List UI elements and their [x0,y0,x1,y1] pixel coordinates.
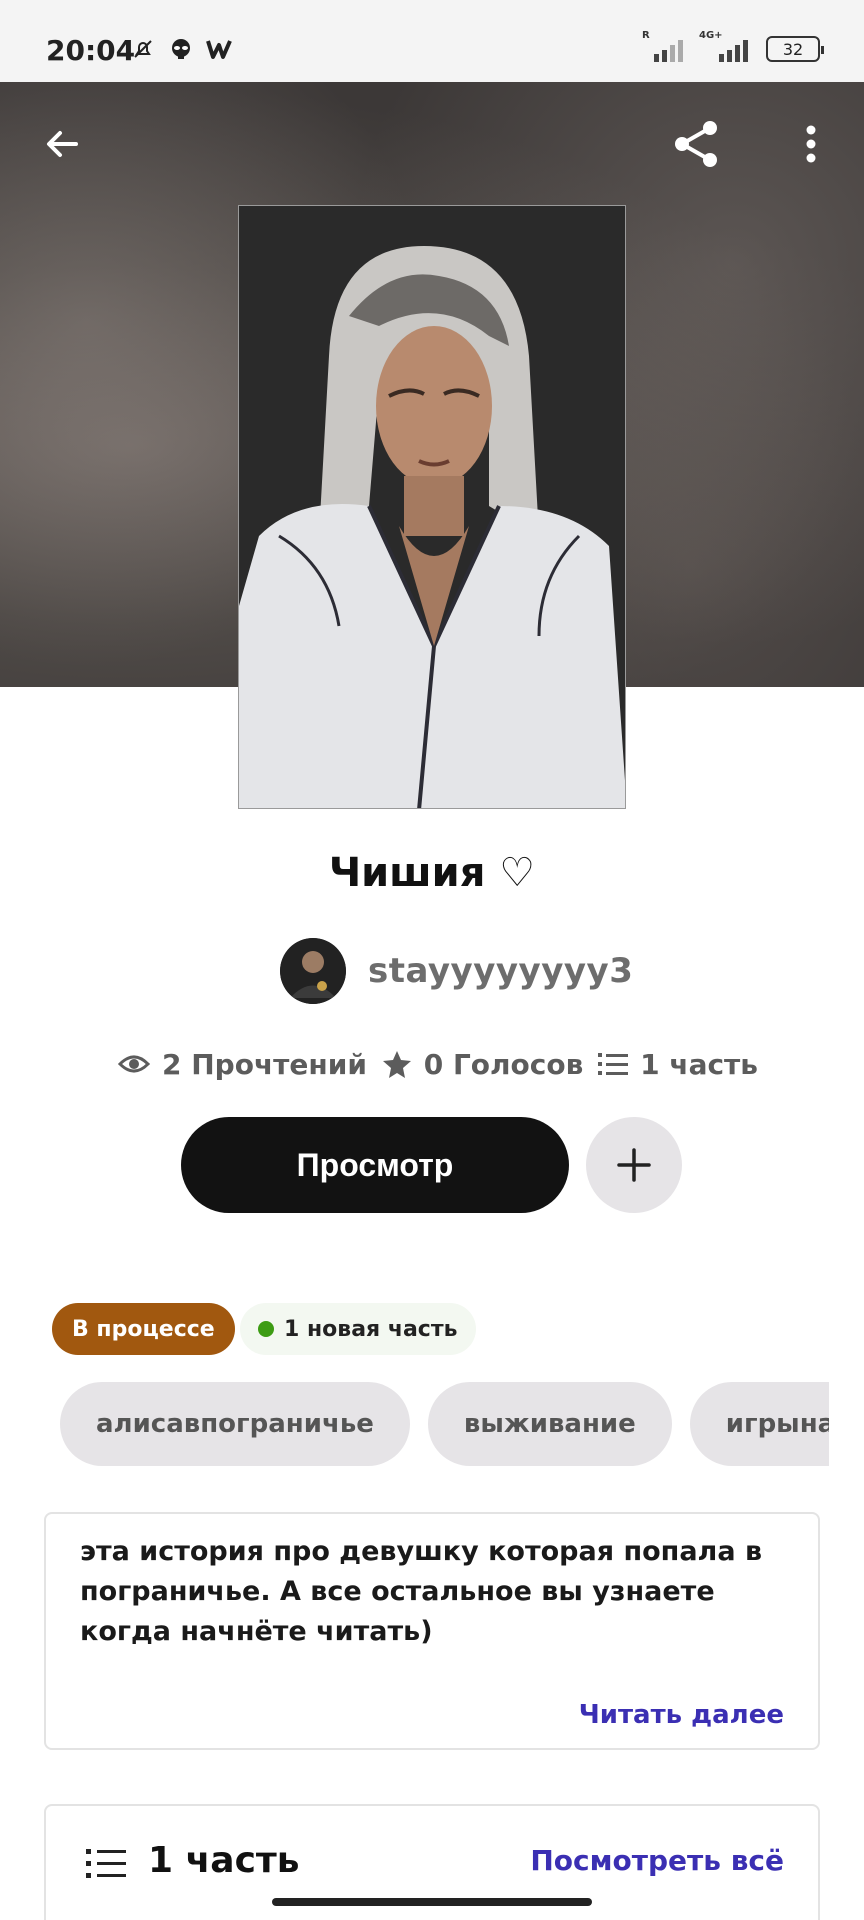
tags-list: алисавпограничье выживание игрынаж [60,1382,829,1466]
back-button[interactable] [26,108,98,180]
arrow-left-icon [47,131,78,157]
reads-count: 2 Прочтений [162,1047,367,1081]
mute-icon [130,36,156,62]
read-button[interactable]: Просмотр [181,1117,569,1213]
cover-image [239,206,625,808]
plus-icon [617,1148,651,1182]
reads-stat: 2 Прочтений [118,1048,367,1081]
tags-scroller[interactable]: алисавпограничье выживание игрынаж [60,1382,829,1468]
story-title: Чишия ♡ [328,850,536,896]
new-part-badge: 1 новая часть [240,1303,476,1355]
more-options-button[interactable] [775,108,847,180]
status-bar: 20:04 R 4G+ 32 [0,0,864,82]
story-stats: 2 Прочтений 0 Голосов 1 часть [118,1044,758,1084]
notification-icons [130,36,232,62]
signal-4g-icon: 4G+ [699,30,748,62]
star-icon [382,1051,411,1078]
signal-4g-label: 4G+ [699,30,723,41]
description-text: эта история про девушку которая попала в… [80,1536,763,1647]
tag-chip[interactable]: выживание [427,1382,672,1466]
list-icon [86,1849,126,1878]
status-badge: В процессе [52,1303,235,1355]
battery-level: 32 [782,39,804,59]
signal-icon: R [642,30,683,62]
home-indicator[interactable] [272,1898,592,1906]
status-time: 20:04 [46,34,136,67]
avatar-image [280,938,346,1004]
parts-title: 1 часть [148,1840,300,1881]
votes-stat: 0 Голосов [382,1047,584,1081]
add-to-library-button[interactable] [586,1117,682,1213]
share-button[interactable] [660,108,732,180]
more-vertical-icon [806,125,816,163]
author-link[interactable]: stayyyyyyyy3 [280,938,633,1004]
system-status: R 4G+ 32 [642,30,824,62]
new-dot-icon [258,1321,274,1337]
new-part-label: 1 новая часть [284,1316,458,1342]
votes-count: 0 Голосов [423,1047,584,1081]
battery-icon: 32 [766,36,824,62]
book-cover[interactable] [238,205,626,809]
tag-chip[interactable]: алисавпограничье [60,1382,410,1466]
eye-icon [118,1055,150,1073]
signal-label: R [642,30,650,41]
author-name[interactable]: stayyyyyyyy3 [368,951,633,991]
list-icon [598,1053,629,1075]
parts-count: 1 часть [640,1047,758,1081]
share-icon [675,121,717,167]
description-card: эта история про девушку которая попала в… [44,1512,820,1750]
alien-icon [168,36,194,62]
parts-stat: 1 часть [598,1048,758,1081]
tag-chip[interactable]: игрынаж [689,1382,829,1466]
author-avatar[interactable] [280,938,346,1004]
read-more-link[interactable]: Читать далее [579,1700,784,1730]
wattpad-icon [206,36,232,62]
view-all-link[interactable]: Посмотреть всё [530,1844,784,1877]
